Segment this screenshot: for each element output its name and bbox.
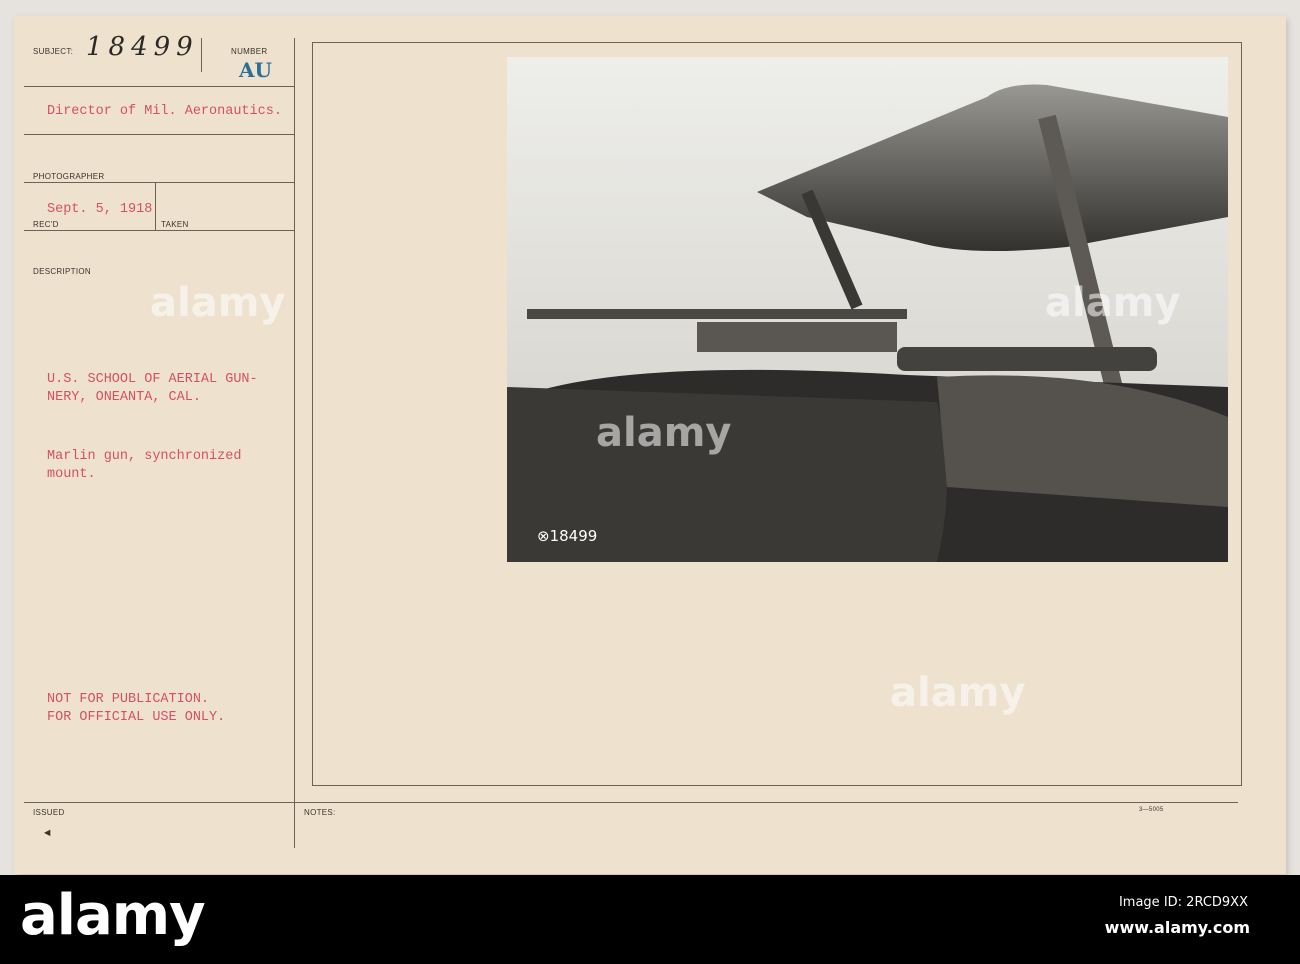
divider — [201, 38, 202, 72]
divider — [24, 86, 294, 87]
divider — [24, 230, 294, 231]
alamy-url[interactable]: www.alamy.com — [1105, 918, 1250, 937]
issued-label: ISSUED — [33, 808, 65, 817]
watermark: alamy — [150, 280, 286, 326]
image-id: Image ID: 2RCD9XX — [1118, 895, 1248, 910]
photographer-label: PHOTOGRAPHER — [33, 172, 105, 181]
description-line-2: NERY, ONEANTA, CAL. — [47, 390, 201, 405]
description-line-1: U.S. SCHOOL OF AERIAL GUN- — [47, 372, 258, 387]
recd-label: REC'D — [33, 220, 59, 229]
photo-number: ⊗18499 — [537, 527, 598, 545]
notice-line-2: FOR OFFICIAL USE ONLY. — [47, 710, 226, 725]
watermark: alamy — [1045, 280, 1181, 326]
number-stamp: AU — [239, 58, 272, 82]
director-text: Director of Mil. Aeronautics. — [47, 104, 282, 119]
subject-number: 18499 — [86, 32, 199, 62]
notice-line-1: NOT FOR PUBLICATION. — [47, 692, 210, 707]
divider — [294, 38, 295, 848]
issued-mark: ◄ — [44, 828, 51, 840]
divider — [24, 182, 294, 183]
description-label: DESCRIPTION — [33, 267, 91, 276]
form-number: 3—5005 — [1139, 807, 1164, 813]
caption-line-2: mount. — [47, 467, 96, 482]
watermark: alamy — [596, 410, 732, 456]
number-label: NUMBER — [231, 47, 268, 56]
divider — [155, 183, 156, 230]
footer-bar: alamy Image ID: 2RCD9XX www.alamy.com — [0, 875, 1300, 964]
watermark: alamy — [890, 670, 1026, 716]
divider — [24, 802, 1238, 803]
subject-label: SUBJECT: — [33, 47, 74, 56]
notes-label: NOTES: — [304, 808, 336, 817]
divider — [24, 134, 294, 135]
caption-line-1: Marlin gun, synchronized — [47, 449, 242, 464]
date-text: Sept. 5, 1918 — [47, 202, 153, 217]
taken-label: TAKEN — [161, 220, 189, 229]
alamy-logo: alamy — [20, 883, 206, 948]
